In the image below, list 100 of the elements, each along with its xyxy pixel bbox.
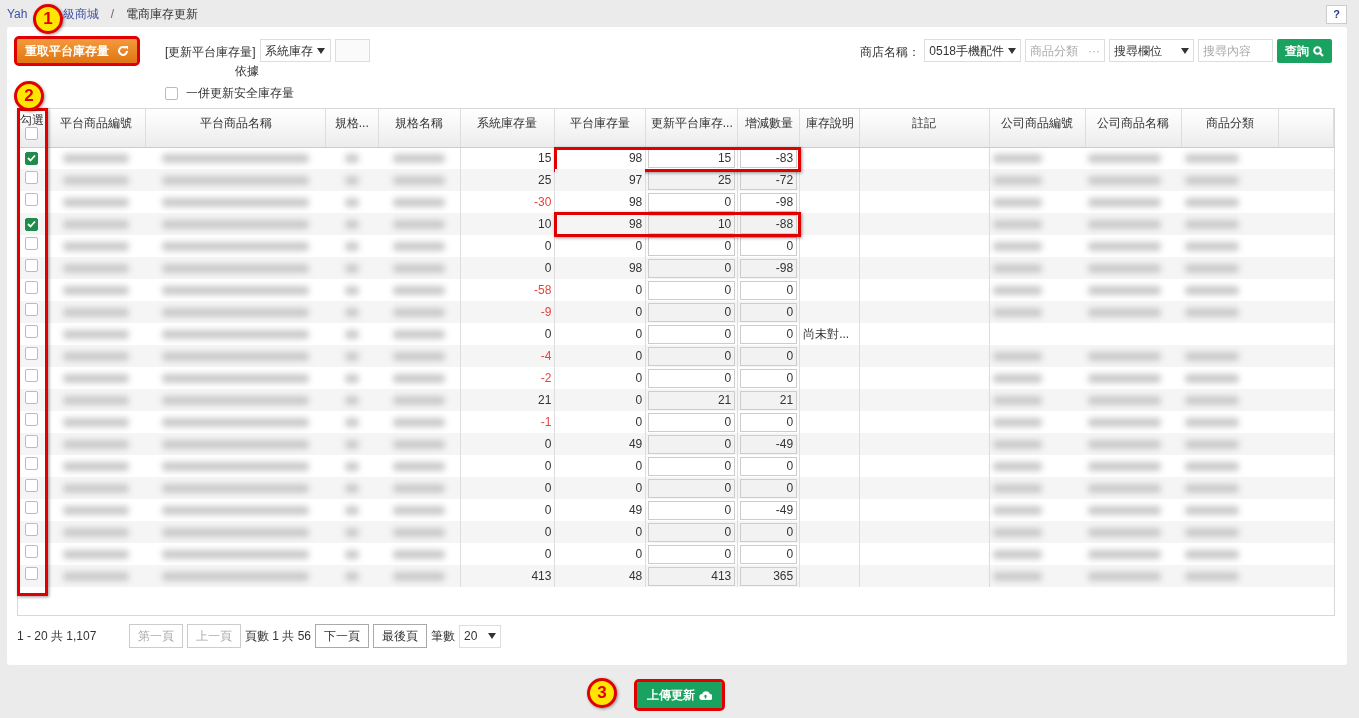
blurred-text — [344, 373, 359, 383]
checkbox[interactable] — [25, 479, 39, 492]
blurred-text — [63, 373, 129, 383]
breadcrumb-separator: / — [110, 7, 115, 21]
input-field[interactable]: 0 — [648, 522, 736, 542]
checkbox[interactable] — [25, 369, 39, 382]
input-field[interactable]: 0 — [740, 544, 798, 564]
checkbox[interactable] — [25, 281, 39, 294]
checkbox[interactable] — [25, 303, 39, 316]
checkbox[interactable] — [25, 193, 39, 206]
checkbox[interactable] — [25, 325, 39, 338]
blurred-text — [63, 461, 129, 471]
checkbox[interactable] — [25, 545, 39, 558]
input-field[interactable]: 0 — [648, 258, 736, 278]
checkbox[interactable] — [25, 413, 39, 426]
basis-select[interactable]: 系統庫存 — [259, 39, 331, 62]
breadcrumb-current: 電商庫存更新 — [125, 7, 198, 21]
blurred-text — [344, 175, 359, 185]
input-field[interactable]: 0 — [740, 302, 798, 322]
checkbox[interactable] — [25, 171, 39, 184]
input-field[interactable]: 0 — [740, 280, 798, 300]
page-button[interactable]: 最後頁 — [373, 624, 428, 648]
help-button[interactable]: ? — [1326, 5, 1347, 24]
input-field[interactable]: 0 — [648, 478, 736, 498]
checkbox[interactable] — [165, 86, 178, 100]
input-field[interactable]: 0 — [648, 368, 736, 388]
input-field[interactable]: 0 — [648, 192, 736, 212]
table-cell: 413 — [460, 565, 555, 587]
blurred-text — [63, 439, 129, 449]
input-field[interactable]: 0 — [740, 478, 798, 498]
input-field[interactable]: 21 — [740, 390, 798, 410]
page-size-select[interactable]: 20 — [459, 624, 502, 648]
checkbox[interactable] — [25, 567, 39, 580]
checkbox[interactable] — [25, 457, 39, 470]
input-field[interactable]: -49 — [740, 434, 798, 454]
input-field[interactable]: 365 — [740, 566, 798, 586]
store-select[interactable]: 0518手機配件 — [924, 39, 1021, 62]
checkbox[interactable] — [25, 523, 39, 536]
blurred-text — [63, 175, 129, 185]
blurred-text — [392, 373, 446, 383]
caret-icon — [1181, 47, 1189, 54]
input-field[interactable]: 0 — [648, 544, 736, 564]
checkbox[interactable] — [25, 127, 39, 141]
breadcrumb-link[interactable]: Yah — [7, 5, 28, 23]
field-select[interactable]: 搜尋欄位 — [1109, 39, 1194, 62]
input-field[interactable]: 0 — [648, 324, 736, 344]
input-field[interactable]: 21 — [648, 390, 736, 410]
table-cell: 49 — [628, 503, 643, 517]
blurred-text — [392, 329, 446, 339]
input-field[interactable]: 0 — [648, 412, 736, 432]
input-field[interactable]: 0 — [648, 346, 736, 366]
table-cell: -4 — [460, 345, 555, 367]
input-field[interactable]: 0 — [740, 522, 798, 542]
checkbox[interactable] — [25, 259, 39, 272]
checkbox[interactable] — [25, 217, 39, 231]
checkbox[interactable] — [25, 237, 39, 250]
blurred-text — [392, 307, 446, 317]
input-field[interactable]: 0 — [648, 280, 736, 300]
breadcrumb-link[interactable]: 級商城 — [63, 5, 100, 23]
table-cell: 0 — [460, 257, 555, 279]
blurred-text — [63, 241, 129, 251]
blurred-text — [392, 153, 446, 163]
input-field[interactable]: 413 — [648, 566, 736, 586]
update-label: 依據 — [235, 63, 260, 80]
blurred-text — [344, 549, 359, 559]
checkbox[interactable] — [25, 501, 39, 514]
input-field[interactable]: 0 — [740, 456, 798, 476]
input-field[interactable]: 0 — [740, 412, 798, 432]
checkbox[interactable] — [25, 435, 39, 448]
page-button[interactable]: 下一頁 — [315, 624, 370, 648]
blurred-text — [344, 153, 359, 163]
input-field[interactable]: 0 — [648, 434, 736, 454]
callout-number: 3 — [587, 678, 617, 708]
input-field[interactable]: 0 — [648, 302, 736, 322]
checkbox[interactable] — [25, 391, 39, 404]
check-icon — [27, 154, 37, 163]
checkbox[interactable] — [25, 347, 39, 360]
blurred-text — [344, 263, 359, 273]
input-field[interactable]: 0 — [648, 500, 736, 520]
column-header: 更新平台庫存... — [645, 109, 738, 147]
input-field[interactable]: -98 — [740, 192, 798, 212]
page-size-label: 筆數 — [431, 628, 456, 645]
blurred-text — [63, 483, 129, 493]
input-field[interactable]: -49 — [740, 500, 798, 520]
blurred-text — [63, 307, 129, 317]
blurred-text — [392, 285, 446, 295]
column-header: 規格名稱 — [378, 109, 461, 147]
blurred-text — [392, 505, 446, 515]
input-field[interactable]: -98 — [740, 258, 798, 278]
checkbox[interactable] — [25, 151, 39, 165]
table-cell: -9 — [460, 301, 555, 323]
blurred-text — [392, 483, 446, 493]
input-field[interactable] — [334, 39, 370, 62]
table-cell: 98 — [628, 151, 643, 166]
input-field[interactable]: 0 — [740, 324, 798, 344]
input-field[interactable]: 0 — [740, 346, 798, 366]
table-cell: 0 — [635, 305, 643, 319]
input-field[interactable]: 0 — [740, 368, 798, 388]
record-summary: 1 - 20 共 1,107 — [17, 628, 98, 645]
input-field[interactable]: 0 — [648, 456, 736, 476]
